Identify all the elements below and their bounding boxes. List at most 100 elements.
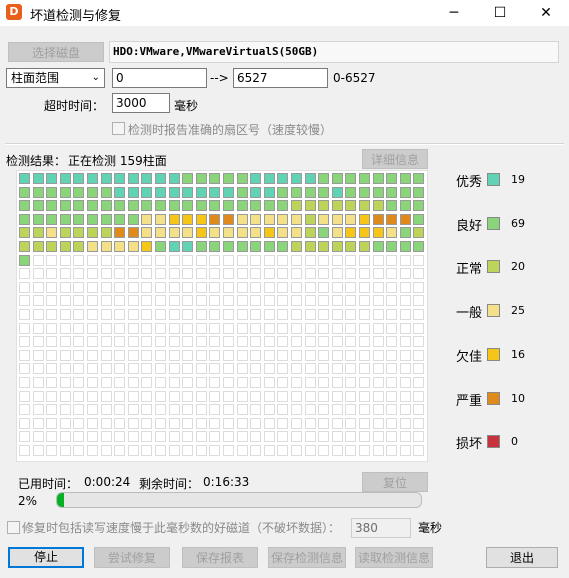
include-slow-checkbox[interactable] [7, 521, 20, 534]
grid-cell [223, 390, 234, 402]
grid-cell [359, 227, 370, 239]
grid-cell [100, 241, 112, 252]
grid-cell [223, 377, 234, 388]
grid-cell [223, 241, 234, 252]
grid-cell [155, 431, 166, 443]
grid-cell [236, 445, 248, 456]
grid-cell [46, 281, 58, 293]
details-button[interactable]: 详细信息 [362, 149, 428, 169]
grid-cell [386, 295, 398, 307]
grid-cell [114, 173, 126, 184]
grid-cell [46, 445, 58, 456]
range-end-input[interactable]: 6527 [233, 68, 328, 88]
try-repair-button[interactable]: 尝试修复 [94, 547, 170, 568]
grid-cell [127, 431, 139, 443]
reset-button[interactable]: 复位 [362, 472, 428, 492]
grid-cell [155, 173, 166, 184]
save-report-button[interactable]: 保存报表 [182, 547, 258, 568]
grid-cell [386, 227, 398, 239]
grid-cell [359, 377, 370, 388]
close-button[interactable]: ✕ [523, 0, 569, 26]
grid-cell [59, 295, 71, 307]
grid-cell [331, 445, 343, 456]
grid-cell [331, 336, 343, 348]
select-disk-button[interactable]: 选择磁盘 [8, 42, 104, 62]
grid-cell [236, 241, 248, 252]
grid-cell [59, 186, 71, 198]
grid-cell [19, 363, 30, 375]
legend-swatch [487, 347, 500, 361]
grid-cell [46, 431, 58, 443]
grid-cell [291, 200, 302, 212]
grid-cell [413, 173, 425, 184]
report-sector-checkbox[interactable] [112, 122, 125, 135]
grid-cell [304, 268, 316, 280]
grid-cell [127, 322, 139, 334]
grid-cell [318, 417, 330, 429]
grid-cell [291, 336, 302, 348]
grid-cell [87, 417, 98, 429]
grid-cell [155, 241, 166, 252]
grid-cell [195, 336, 207, 348]
grid-cell [19, 336, 30, 348]
grid-cell [223, 431, 234, 443]
grid-cell [73, 241, 85, 252]
grid-cell [59, 241, 71, 252]
grid-cell [32, 254, 44, 266]
timeout-input[interactable]: 3000 [112, 93, 170, 113]
grid-cell [399, 227, 411, 239]
legend-label: 良好 [456, 218, 483, 234]
grid-cell [413, 309, 425, 320]
legend-swatch [487, 216, 500, 230]
grid-cell [236, 227, 248, 239]
grid-cell [413, 431, 425, 443]
grid-cell [87, 254, 98, 266]
grid-cell [413, 254, 425, 266]
grid-cell [263, 186, 275, 198]
grid-cell [127, 268, 139, 280]
grid-cell [304, 417, 316, 429]
maximize-button[interactable]: ☐ [477, 0, 523, 26]
save-info-button[interactable]: 保存检测信息 [268, 547, 346, 568]
grid-cell [155, 417, 166, 429]
slow-threshold-input[interactable]: 380 [351, 518, 411, 538]
grid-cell [168, 417, 180, 429]
elapsed-value: 0:00:24 [84, 475, 131, 489]
grid-cell [345, 173, 357, 184]
legend-swatch [487, 304, 500, 318]
grid-cell [318, 309, 330, 320]
grid-cell [114, 404, 126, 416]
grid-cell [168, 281, 180, 293]
grid-cell [291, 295, 302, 307]
grid-cell [263, 227, 275, 239]
grid-cell [195, 281, 207, 293]
legend-count: 20 [511, 260, 525, 274]
grid-cell [73, 186, 85, 198]
grid-cell [195, 390, 207, 402]
grid-cell [372, 268, 384, 280]
grid-cell [127, 363, 139, 375]
range-start-input[interactable]: 0 [112, 68, 207, 88]
grid-cell [331, 213, 343, 225]
grid-cell [195, 363, 207, 375]
grid-cell [250, 241, 262, 252]
grid-cell [100, 213, 112, 225]
grid-cell [318, 241, 330, 252]
exit-button[interactable]: 退出 [486, 547, 558, 568]
grid-cell [399, 363, 411, 375]
stop-button[interactable]: 停止 [8, 547, 84, 568]
grid-cell [73, 322, 85, 334]
grid-cell [87, 268, 98, 280]
grid-cell [291, 173, 302, 184]
grid-cell [155, 281, 166, 293]
read-info-button[interactable]: 读取检测信息 [355, 547, 433, 568]
grid-cell [32, 363, 44, 375]
grid-cell [19, 186, 30, 198]
grid-cell [100, 336, 112, 348]
grid-cell [318, 173, 330, 184]
grid-cell [318, 268, 330, 280]
range-mode-select[interactable]: 柱面范围 ⌄ [6, 68, 105, 88]
grid-cell [209, 281, 221, 293]
grid-cell [372, 281, 384, 293]
minimize-button[interactable]: ─ [431, 0, 477, 26]
